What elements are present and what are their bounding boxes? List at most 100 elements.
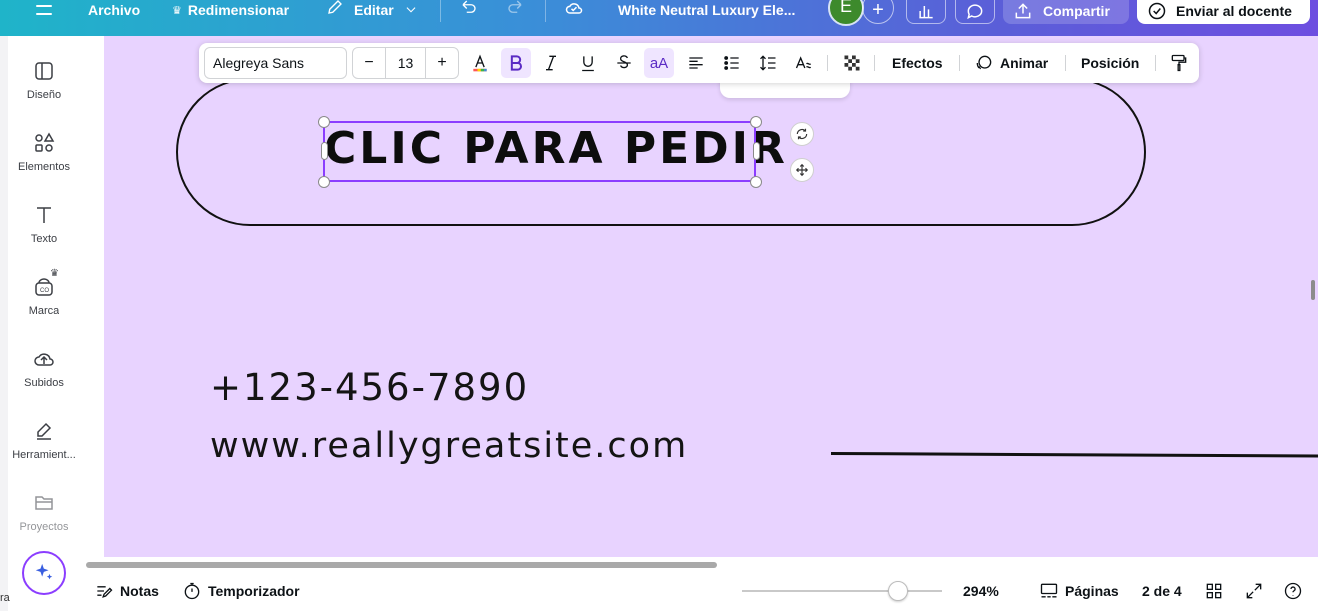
add-collaborator-button[interactable]: + [862, 0, 894, 24]
check-circle-icon [1148, 2, 1166, 20]
notes-button[interactable]: Notas [94, 570, 159, 611]
sidebar-item-brand[interactable]: CO Marca [8, 265, 80, 325]
send-to-teacher-label: Enviar al docente [1176, 3, 1292, 19]
animate-button[interactable]: Animar [974, 43, 1048, 83]
resize-handle[interactable] [750, 116, 762, 128]
resize-handle[interactable] [318, 116, 330, 128]
cloud-saved-button[interactable] [562, 0, 586, 20]
avatar-initial: E [839, 0, 852, 16]
design-canvas[interactable]: CLIC PARA PEDIR +123-456-7890 www.really… [104, 36, 1318, 557]
font-size-value[interactable]: 13 [385, 48, 426, 78]
side-resize-handle[interactable] [753, 142, 760, 160]
document-title-text: White Neutral Luxury Ele... [618, 2, 796, 18]
timer-label: Temporizador [208, 582, 300, 599]
sidebar-item-projects[interactable]: Proyectos [8, 481, 80, 541]
letter-case-icon: aA [649, 54, 669, 72]
text-toolbar: Alegreya Sans − 13 + aA Efectos Animar P… [199, 43, 1199, 83]
align-left-button[interactable] [681, 48, 711, 78]
phone-number-text[interactable]: +123-456-7890 [210, 366, 529, 409]
timer-button[interactable]: Temporizador [182, 570, 300, 611]
sidebar-item-label: Diseño [26, 89, 62, 101]
comments-button[interactable] [955, 0, 995, 24]
grid-view-button[interactable] [1204, 570, 1224, 611]
transparency-button[interactable] [837, 48, 867, 78]
effects-label: Efectos [892, 55, 943, 71]
share-button[interactable]: Compartir [1003, 0, 1129, 24]
hamburger-menu-icon[interactable] [36, 0, 52, 20]
vertical-scrollbar[interactable] [1311, 280, 1315, 300]
divider [545, 0, 546, 22]
insights-button[interactable] [906, 0, 946, 24]
decorative-line[interactable] [830, 452, 1318, 458]
zoom-level[interactable]: 294% [963, 570, 999, 611]
bold-button[interactable] [501, 48, 531, 78]
chevron-down-icon [406, 7, 416, 13]
sidebar-item-elements[interactable]: Elementos [8, 121, 80, 181]
underline-icon [582, 56, 594, 72]
sidebar-item-uploads[interactable]: Subidos [8, 337, 80, 397]
resize-handle[interactable] [318, 176, 330, 188]
magic-assistant-button[interactable] [22, 551, 66, 595]
website-text[interactable]: www.reallygreatsite.com [210, 426, 688, 466]
animate-label: Animar [1000, 55, 1049, 71]
undo-button[interactable] [458, 0, 480, 20]
resize-menu[interactable]: ♛ Redimensionar [172, 0, 289, 20]
position-button[interactable]: Posición [1081, 43, 1139, 83]
upload-cloud-icon [32, 347, 56, 371]
page-counter-value: 2 de 4 [1142, 582, 1182, 599]
italic-icon [546, 55, 556, 71]
user-avatar[interactable]: E [828, 0, 864, 26]
send-to-teacher-button[interactable]: Enviar al docente [1137, 0, 1310, 24]
copy-style-button[interactable] [1164, 48, 1194, 78]
spacing-button[interactable] [753, 48, 783, 78]
fullscreen-button[interactable] [1244, 570, 1264, 611]
tools-icon [32, 419, 56, 443]
edit-menu-label: Editar [354, 2, 394, 18]
font-family-select[interactable]: Alegreya Sans [204, 47, 347, 79]
checkerboard-icon [844, 55, 860, 71]
effects-button[interactable]: Efectos [892, 43, 943, 83]
increase-font-size-button[interactable]: + [426, 54, 458, 72]
move-button[interactable] [790, 158, 814, 182]
sidebar-item-tools[interactable]: Herramient... [8, 409, 80, 469]
move-icon [795, 163, 809, 177]
resize-menu-label: Redimensionar [187, 2, 290, 18]
list-button[interactable] [717, 48, 747, 78]
document-title[interactable]: White Neutral Luxury Ele... [618, 0, 795, 20]
crown-icon: ♛ [50, 268, 59, 279]
resize-handle[interactable] [750, 176, 762, 188]
horizontal-scrollbar[interactable] [86, 562, 717, 568]
selection-box [323, 121, 756, 182]
animate-icon [976, 55, 992, 70]
rotate-button[interactable] [790, 122, 814, 146]
share-button-label: Compartir [1043, 3, 1110, 19]
upload-icon [1015, 3, 1031, 19]
divider [1065, 55, 1066, 71]
sidebar-item-text[interactable]: Texto [8, 193, 80, 253]
divider [959, 55, 960, 71]
bullet-list-icon [724, 56, 739, 70]
sidebar-item-label: Proyectos [19, 521, 69, 533]
undo-icon [462, 0, 476, 13]
divider [874, 55, 875, 71]
font-family-value: Alegreya Sans [213, 55, 305, 71]
help-button[interactable] [1283, 570, 1303, 611]
sidebar-item-design[interactable]: Diseño [8, 49, 80, 109]
text-color-button[interactable] [465, 48, 495, 78]
letter-case-button[interactable]: aA [644, 48, 674, 78]
pages-icon [1040, 583, 1058, 597]
bottom-bar: Notas Temporizador 294% Páginas 2 de 4 [86, 570, 1318, 611]
strikethrough-button[interactable] [609, 48, 639, 78]
redo-button[interactable] [504, 0, 526, 20]
italic-button[interactable] [536, 48, 566, 78]
file-menu[interactable]: Archivo [88, 0, 140, 20]
edit-menu[interactable]: Editar [326, 0, 418, 20]
zoom-slider-thumb[interactable] [888, 581, 908, 601]
decrease-font-size-button[interactable]: − [353, 54, 385, 72]
zoom-slider-track[interactable] [742, 590, 942, 592]
text-effects-button[interactable] [789, 48, 819, 78]
side-resize-handle[interactable] [321, 142, 328, 160]
plus-icon: + [872, 0, 884, 21]
underline-button[interactable] [573, 48, 603, 78]
pages-button[interactable]: Páginas [1039, 570, 1119, 611]
